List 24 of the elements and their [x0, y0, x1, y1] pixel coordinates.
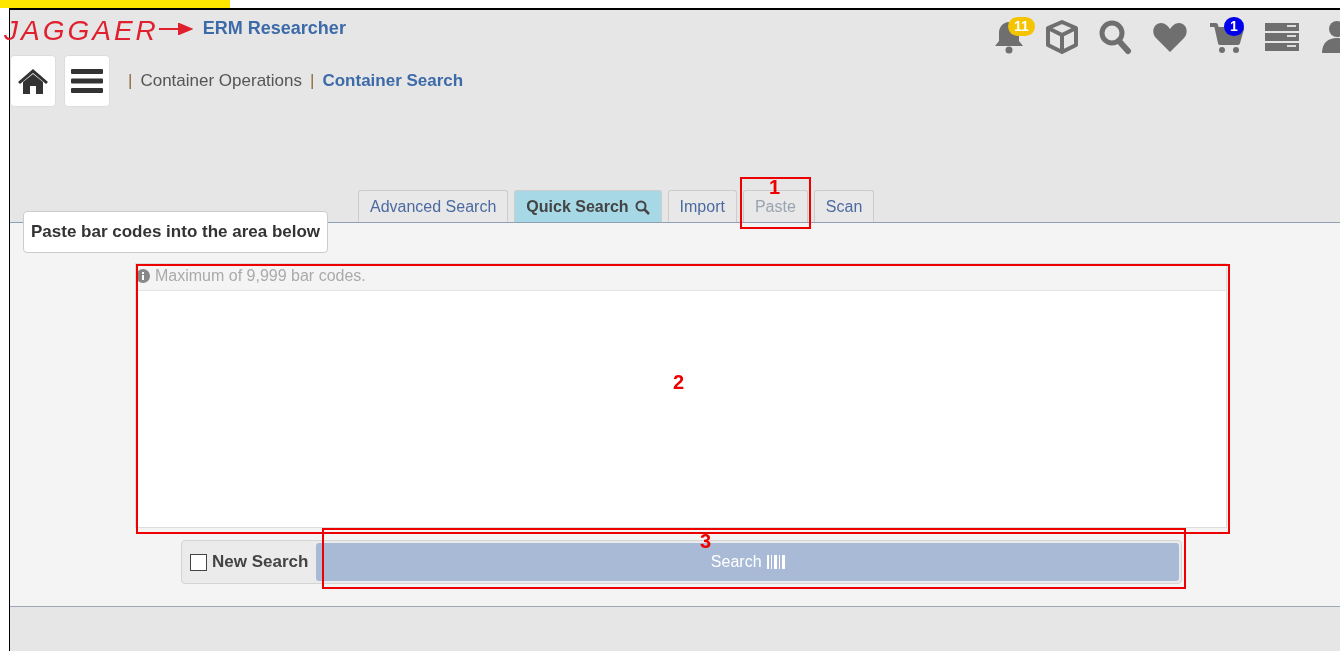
tab[interactable]: Scan — [813, 190, 875, 222]
annotation-box — [740, 177, 811, 229]
breadcrumb-link[interactable]: Container Operations — [140, 71, 302, 91]
arrow-icon — [158, 23, 193, 35]
hint-text: Maximum of 9,999 bar codes. — [155, 267, 366, 285]
separator: | — [310, 71, 315, 91]
search-icon — [634, 199, 650, 215]
tab[interactable]: Quick Search — [514, 190, 662, 222]
count-badge: 1 — [1224, 17, 1244, 36]
count-badge: 11 — [1008, 17, 1035, 36]
tab[interactable]: Advanced Search — [358, 190, 509, 222]
menu-button[interactable] — [64, 55, 110, 107]
annotation-number: 2 — [673, 372, 685, 392]
breadcrumb-link[interactable]: Container Search — [322, 71, 464, 91]
panel-heading: Paste bar codes into the area below — [23, 211, 329, 253]
app-title: ERM Researcher — [202, 18, 346, 39]
tab[interactable]: Import — [667, 190, 737, 222]
separator: | — [128, 71, 133, 91]
info-icon — [136, 269, 150, 283]
search-icon — [1098, 19, 1132, 55]
home-button[interactable] — [10, 55, 56, 107]
home-icon — [17, 67, 49, 95]
menu-icon — [71, 68, 103, 94]
cube-icon — [1045, 19, 1079, 55]
